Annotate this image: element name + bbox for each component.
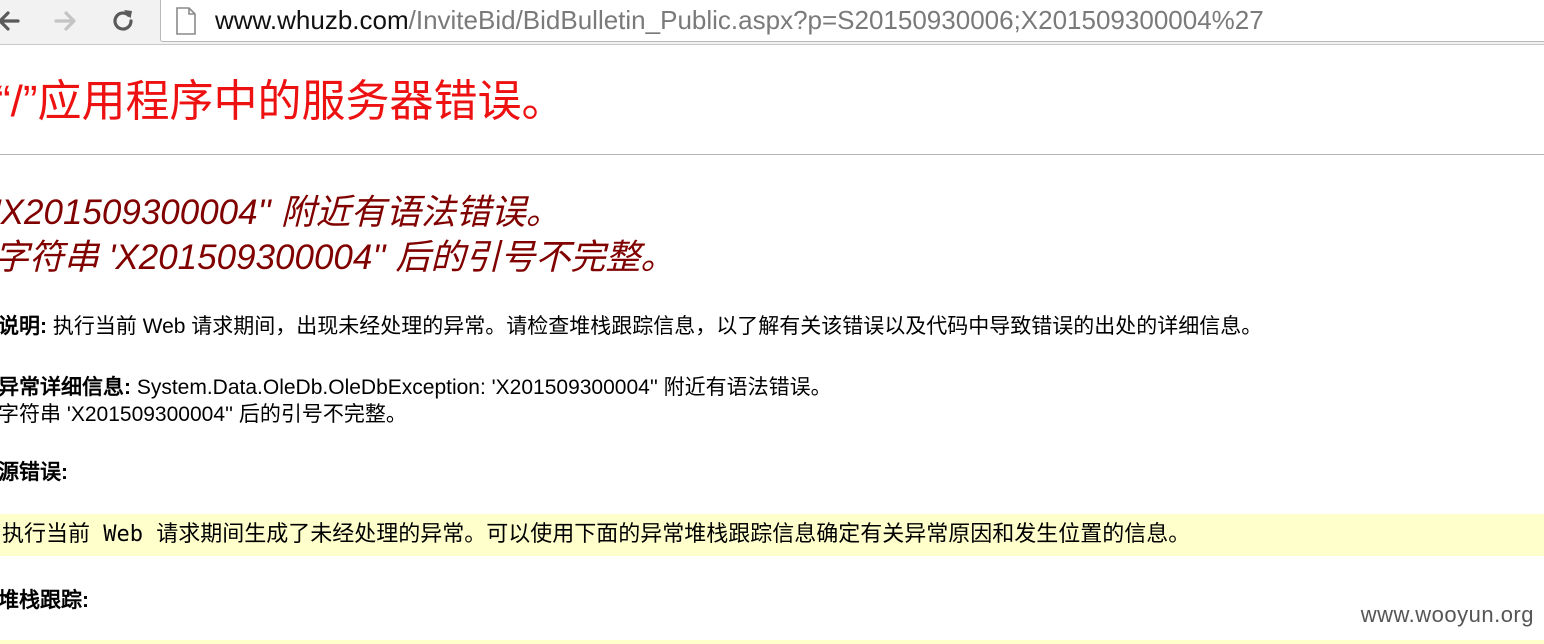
forward-arrow-icon (54, 11, 76, 31)
stack-trace-label: 堆栈跟踪: (0, 589, 89, 612)
source-error-label: 源错误: (0, 461, 68, 484)
error-line-2: 字符串 'X201509300004'' 后的引号不完整。 (0, 238, 676, 277)
error-message: 'X201509300004'' 附近有语法错误。 字符串 'X20150930… (0, 190, 675, 280)
back-arrow-icon (0, 11, 20, 31)
divider (0, 154, 1544, 155)
exception-text-2: 字符串 'X201509300004'' 后的引号不完整。 (0, 403, 407, 426)
exception-section: 异常详细信息: System.Data.OleDb.OleDbException… (0, 374, 832, 428)
address-bar[interactable]: www.whuzb.com/InviteBid/BidBulletin_Publ… (160, 0, 1544, 42)
description-section: 说明: 执行当前 Web 请求期间，出现未经处理的异常。请检查堆栈跟踪信息，以了… (0, 314, 1262, 340)
reload-icon (113, 10, 133, 31)
source-error-text: 执行当前 Web 请求期间生成了未经处理的异常。可以使用下面的异常堆栈跟踪信息确… (2, 522, 1191, 547)
page-content: “/”应用程序中的服务器错误。 'X201509300004'' 附近有语法错误… (0, 44, 1544, 644)
back-button[interactable] (0, 6, 24, 36)
exception-text: System.Data.OleDb.OleDbException: 'X2015… (131, 376, 832, 399)
stack-trace-section: 堆栈跟踪: (0, 588, 89, 614)
forward-button[interactable] (50, 6, 80, 36)
description-label: 说明: (0, 315, 47, 338)
error-line-1: 'X201509300004'' 附近有语法错误。 (0, 193, 561, 232)
url-path: /InviteBid/BidBulletin_Public.aspx?p=S20… (408, 5, 1264, 35)
source-error-section: 源错误: (0, 460, 68, 486)
stack-trace-box (0, 640, 1544, 644)
description-text: 执行当前 Web 请求期间，出现未经处理的异常。请检查堆栈跟踪信息，以了解有关该… (47, 315, 1263, 338)
page-title: “/”应用程序中的服务器错误。 (0, 77, 566, 126)
url-host: www.whuzb.com (215, 5, 409, 35)
page-icon (176, 7, 196, 35)
browser-toolbar: www.whuzb.com/InviteBid/BidBulletin_Publ… (0, 0, 1544, 45)
watermark: www.wooyun.org (1360, 602, 1534, 627)
url-text[interactable]: www.whuzb.com/InviteBid/BidBulletin_Publ… (215, 4, 1264, 36)
reload-button[interactable] (108, 6, 138, 36)
source-error-box: 执行当前 Web 请求期间生成了未经处理的异常。可以使用下面的异常堆栈跟踪信息确… (0, 514, 1544, 556)
exception-label: 异常详细信息: (0, 376, 131, 399)
